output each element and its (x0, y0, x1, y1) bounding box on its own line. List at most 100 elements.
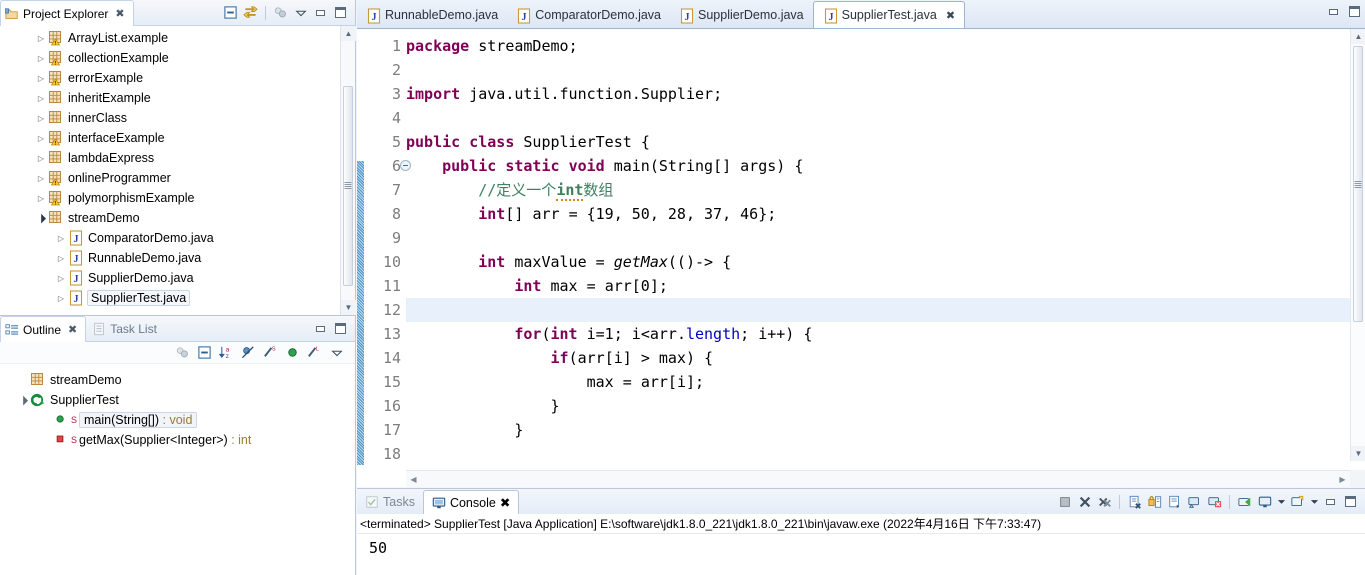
minimize-icon[interactable] (1325, 3, 1342, 20)
scroll-down-arrow-icon[interactable]: ▼ (1351, 446, 1365, 461)
tab-project-explorer[interactable]: Project Explorer ✖ (0, 0, 134, 26)
tree-item[interactable]: ▷ ArrayList.example (0, 28, 355, 48)
tree-item[interactable]: ▷ J SupplierTest.java (0, 288, 355, 308)
pin-console-icon[interactable] (1186, 493, 1203, 510)
code-line[interactable]: package streamDemo; (406, 34, 1350, 58)
view-menu-icon[interactable] (328, 344, 345, 361)
expander-collapsed-icon[interactable]: ▷ (54, 294, 68, 303)
outline-item[interactable]: ◢ SupplierTest (0, 390, 355, 410)
focus-on-active-task-icon[interactable] (272, 4, 289, 21)
expander-collapsed-icon[interactable]: ▷ (34, 114, 48, 123)
code-line[interactable] (406, 58, 1350, 82)
tab-console[interactable]: Console ✖ (422, 490, 520, 514)
tab-task-list[interactable]: Task List (86, 316, 165, 341)
tab-outline[interactable]: Outline ✖ (0, 316, 87, 342)
clear-console-icon[interactable] (1126, 493, 1143, 510)
focus-on-active-task-icon[interactable] (174, 344, 191, 361)
expander-collapsed-icon[interactable]: ▷ (54, 254, 68, 263)
tree-item[interactable]: ◢ streamDemo (0, 208, 355, 228)
console-output[interactable]: 50 (357, 535, 1365, 575)
close-icon[interactable]: ✖ (500, 495, 510, 510)
maximize-icon[interactable] (332, 4, 349, 21)
scrollbar-thumb[interactable] (343, 86, 353, 286)
code-line[interactable]: public class SupplierTest { (406, 130, 1350, 154)
expander-collapsed-icon[interactable]: ▷ (34, 54, 48, 63)
tab-tasks[interactable]: Tasks (357, 490, 423, 514)
expander-collapsed-icon[interactable]: ▷ (34, 34, 48, 43)
tree-item[interactable]: ▷ inheritExample (0, 88, 355, 108)
code-line[interactable]: int maxValue = getMax(()-> { (406, 250, 1350, 274)
maximize-icon[interactable] (1342, 493, 1359, 510)
editor-horizontal-scrollbar[interactable]: ◀ ▶ (406, 470, 1350, 487)
code-line[interactable]: } (406, 394, 1350, 418)
remove-all-terminated-icon[interactable] (1096, 493, 1113, 510)
sort-icon[interactable]: a z (218, 344, 235, 361)
link-with-editor-icon[interactable] (242, 4, 259, 21)
scroll-right-arrow-icon[interactable]: ▶ (1335, 471, 1350, 487)
word-wrap-icon[interactable] (1166, 493, 1183, 510)
display-selected-console-dropdown-icon[interactable] (1256, 493, 1273, 510)
minimize-icon[interactable] (1322, 493, 1339, 510)
collapse-all-icon[interactable] (196, 344, 213, 361)
hide-non-public-icon[interactable] (284, 344, 301, 361)
project-explorer-vertical-scrollbar[interactable]: ▲ ▼ (340, 26, 356, 315)
tree-item[interactable]: ▷ J ComparatorDemo.java (0, 228, 355, 248)
hide-static-icon[interactable]: S (262, 344, 279, 361)
code-line[interactable]: import java.util.function.Supplier; (406, 82, 1350, 106)
code-line[interactable] (406, 106, 1350, 130)
scroll-up-arrow-icon[interactable]: ▲ (1351, 29, 1365, 44)
scroll-left-arrow-icon[interactable]: ◀ (406, 471, 421, 487)
expander-collapsed-icon[interactable]: ▷ (34, 94, 48, 103)
code-line[interactable] (406, 298, 1350, 322)
code-line[interactable]: max = arr[i]; (406, 370, 1350, 394)
tree-item[interactable]: ▷ interfaceExample (0, 128, 355, 148)
maximize-icon[interactable] (332, 320, 349, 337)
code-line[interactable]: int[] arr = {19, 50, 28, 37, 46}; (406, 202, 1350, 226)
close-icon[interactable]: ✖ (68, 323, 77, 336)
close-icon[interactable]: ✖ (115, 7, 124, 20)
expander-collapsed-icon[interactable]: ▷ (54, 234, 68, 243)
collapse-all-icon[interactable] (222, 4, 239, 21)
tree-item[interactable]: ▷ polymorphismExample (0, 188, 355, 208)
terminate-icon[interactable] (1056, 493, 1073, 510)
scrollbar-thumb[interactable] (1353, 46, 1363, 322)
code-line[interactable]: int max = arr[0]; (406, 274, 1350, 298)
tree-item[interactable]: ▷ onlineProgrammer (0, 168, 355, 188)
code-line[interactable]: if(arr[i] > max) { (406, 346, 1350, 370)
tree-item[interactable]: ▷ lambdaExpress (0, 148, 355, 168)
minimize-icon[interactable] (312, 4, 329, 21)
expander-collapsed-icon[interactable]: ▷ (54, 274, 68, 283)
expander-collapsed-icon[interactable]: ▷ (34, 194, 48, 203)
open-console-icon[interactable] (1236, 493, 1253, 510)
minimize-icon[interactable] (312, 320, 329, 337)
editor-tab[interactable]: J SupplierTest.java ✖ (812, 1, 966, 28)
close-icon[interactable]: ✖ (946, 9, 955, 22)
new-console-view-icon[interactable] (1289, 493, 1306, 510)
outline-item[interactable]: SgetMax(Supplier<Integer>) : int (0, 430, 355, 450)
remove-launch-icon[interactable] (1076, 493, 1093, 510)
editor-text-area[interactable]: 1 2 3 4 5 6 7 8 9 10 11 12 13 14 15 16 17 18 package stre… (357, 28, 1365, 487)
outline-item[interactable]: streamDemo (0, 370, 355, 390)
chevron-down-icon[interactable] (1276, 493, 1286, 510)
scroll-up-arrow-icon[interactable]: ▲ (341, 26, 356, 41)
editor-tab[interactable]: J SupplierDemo.java (670, 2, 813, 28)
project-explorer-tree-body[interactable]: ▷ ArrayList.example ▷ collectionExample ▷ err… (0, 26, 355, 315)
scroll-lock-icon[interactable] (1146, 493, 1163, 510)
expander-collapsed-icon[interactable]: ▷ (34, 74, 48, 83)
editor-tab[interactable]: J RunnableDemo.java (357, 2, 507, 28)
expander-collapsed-icon[interactable]: ▷ (34, 134, 48, 143)
view-menu-icon[interactable] (292, 4, 309, 21)
code-line[interactable]: public static void main(String[] args) { (406, 154, 1350, 178)
tree-item[interactable]: ▷ innerClass (0, 108, 355, 128)
code-line[interactable] (406, 226, 1350, 250)
tree-item[interactable]: ▷ J RunnableDemo.java (0, 248, 355, 268)
tree-item[interactable]: ▷ errorExample (0, 68, 355, 88)
expander-collapsed-icon[interactable]: ▷ (34, 174, 48, 183)
tree-item[interactable]: ▷ J SupplierDemo.java (0, 268, 355, 288)
maximize-icon[interactable] (1346, 3, 1363, 20)
outline-tree-body[interactable]: streamDemo ◢ SupplierTest Smain(String[]) :… (0, 364, 355, 575)
editor-source-code[interactable]: package streamDemo; import java.util.fun… (406, 29, 1350, 461)
outline-item[interactable]: Smain(String[]) : void (0, 410, 355, 430)
chevron-down-icon[interactable] (1309, 493, 1319, 510)
hide-fields-icon[interactable] (240, 344, 257, 361)
